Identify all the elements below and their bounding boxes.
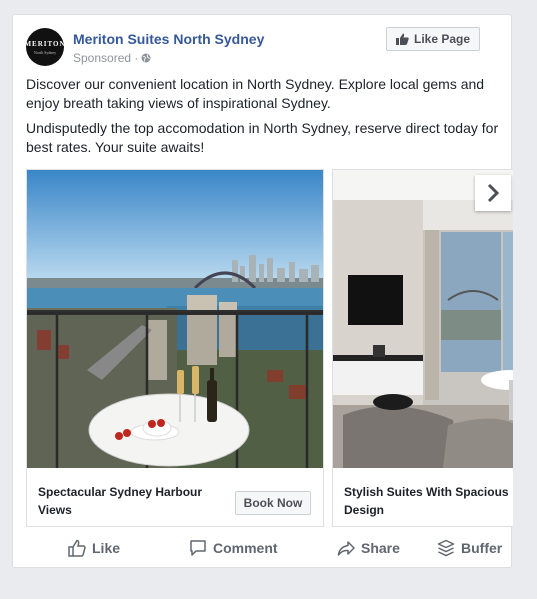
post-body-line-2: Undisputedly the top accomodation in Nor… — [26, 120, 499, 155]
page-name-link[interactable]: Meriton Suites North Sydney — [73, 31, 264, 47]
avatar-logo-text: MERITON — [26, 39, 64, 48]
share-action-button[interactable]: Share — [337, 529, 400, 567]
harbour-card-title[interactable]: Spectacular Sydney Harbour Views — [38, 483, 213, 519]
sponsored-post-card: MERITON North Sydney Meriton Suites Nort… — [12, 14, 513, 568]
like-page-button[interactable]: Like Page — [386, 27, 480, 51]
comment-action-label: Comment — [213, 540, 278, 556]
book-now-button[interactable]: Book Now — [235, 491, 311, 515]
comment-action-button[interactable]: Comment — [189, 529, 278, 567]
carousel-next-button[interactable] — [475, 175, 511, 211]
like-page-label: Like Page — [413, 32, 471, 46]
share-action-label: Share — [361, 540, 400, 556]
thumbs-up-icon — [395, 33, 409, 45]
carousel-card-suites[interactable]: Stylish Suites With Spacious Design — [332, 169, 513, 527]
page-avatar[interactable]: MERITON North Sydney — [26, 28, 64, 66]
post-body: Discover our convenient location in Nort… — [26, 75, 504, 163]
suite-interior-image[interactable] — [333, 170, 513, 468]
carousel-card-harbour[interactable]: Spectacular Sydney Harbour Views Book No… — [26, 169, 324, 527]
suites-card-title[interactable]: Stylish Suites With Spacious Design — [344, 483, 513, 519]
post-body-line-1: Discover our convenient location in Nort… — [26, 76, 485, 111]
sponsored-label: Sponsored · — [73, 51, 151, 65]
chevron-right-icon — [487, 183, 500, 203]
post-action-bar: Like Comment Share Buffer — [13, 529, 511, 567]
ad-carousel[interactable]: Spectacular Sydney Harbour Views Book No… — [26, 169, 513, 527]
buffer-action-label: Buffer — [461, 540, 503, 556]
sponsored-text: Sponsored · — [73, 51, 139, 65]
like-action-label: Like — [92, 540, 121, 556]
thumbs-up-outline-icon — [68, 539, 86, 557]
comment-icon — [190, 540, 206, 556]
like-action-button[interactable]: Like — [68, 529, 120, 567]
buffer-action-button[interactable]: Buffer — [437, 529, 502, 567]
globe-icon — [141, 53, 151, 63]
avatar-logo-subtext: North Sydney — [33, 49, 57, 55]
buffer-stack-icon — [437, 539, 455, 557]
harbour-view-image[interactable] — [27, 170, 323, 468]
share-arrow-icon — [337, 541, 355, 556]
